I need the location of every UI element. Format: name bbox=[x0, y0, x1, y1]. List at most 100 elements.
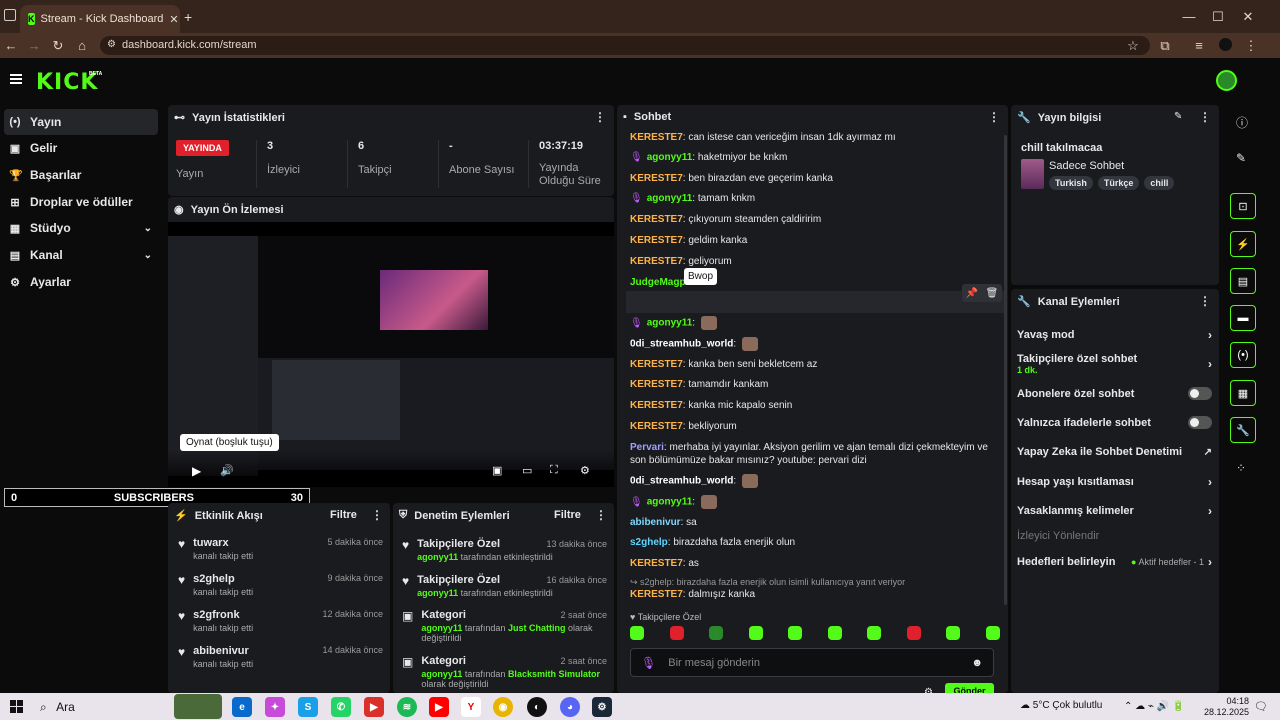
channel-actions-menu-icon[interactable]: ⋮ bbox=[1199, 294, 1211, 308]
app-icon[interactable]: ▶ bbox=[364, 697, 384, 717]
fullscreen-icon[interactable]: ⛶ bbox=[550, 464, 558, 477]
youtube-icon[interactable]: ▶ bbox=[429, 697, 449, 717]
volume-icon[interactable]: 🔊 bbox=[220, 464, 234, 477]
category-link[interactable]: Just Chatting bbox=[508, 623, 566, 633]
chat-username[interactable]: KERESTE7 bbox=[630, 379, 683, 390]
windows-start-icon[interactable] bbox=[10, 700, 23, 713]
chrome-icon[interactable]: ◉ bbox=[493, 697, 513, 717]
user-avatar[interactable] bbox=[1216, 70, 1237, 91]
broadcast-icon[interactable]: (•) bbox=[1230, 342, 1256, 368]
sidebar-item-droplar[interactable]: ⊞ Droplar ve ödüller bbox=[4, 189, 158, 215]
theater-icon[interactable]: ▭ bbox=[522, 464, 532, 477]
scan-icon[interactable]: ⊡ bbox=[1230, 193, 1256, 219]
emote-icon[interactable] bbox=[946, 626, 961, 640]
chat-username[interactable]: agonyy11 bbox=[647, 193, 693, 204]
stats-menu-icon[interactable]: ⋮ bbox=[594, 110, 606, 124]
hamburger-menu-icon[interactable] bbox=[10, 74, 22, 84]
channel-action-item[interactable]: Yapay Zeka ile Sohbet Denetimi ↗ bbox=[1017, 446, 1212, 458]
sidebar-item-basarilar[interactable]: 🏆 Başarılar bbox=[4, 162, 158, 188]
activity-filter-button[interactable]: Filtre bbox=[330, 509, 357, 521]
media-controls-icon[interactable]: ≡ bbox=[1188, 33, 1210, 58]
emote-icon[interactable] bbox=[985, 626, 1000, 640]
chat-username[interactable]: KERESTE7 bbox=[630, 421, 683, 432]
channel-action-item[interactable]: Yalnızca ifadelerle sohbet bbox=[1017, 416, 1212, 429]
profile-avatar[interactable] bbox=[1219, 38, 1232, 51]
emote-icon[interactable] bbox=[709, 626, 724, 640]
channel-action-item[interactable]: Takipçilere özel sohbet 1 dk. › bbox=[1017, 353, 1212, 375]
taskbar-search[interactable]: ⌕ Ara bbox=[40, 700, 75, 715]
back-icon[interactable]: ← bbox=[0, 33, 22, 58]
tab-actions-icon[interactable] bbox=[4, 9, 16, 21]
bolt-icon[interactable]: ⚡ bbox=[1230, 231, 1256, 257]
emote-icon[interactable] bbox=[669, 626, 684, 640]
tray-icons[interactable]: ⌃ ☁ ⌁ 🔊 🔋 bbox=[1124, 701, 1184, 712]
channel-action-item[interactable]: Hesap yaşı kısıtlaması › bbox=[1017, 475, 1212, 489]
moderation-menu-icon[interactable]: ⋮ bbox=[595, 508, 607, 522]
close-window-icon[interactable]: ✕ bbox=[1233, 0, 1263, 33]
notes-icon[interactable]: ▤ bbox=[1230, 268, 1256, 294]
sidebar-item-ayarlar[interactable]: ⚙ Ayarlar bbox=[4, 269, 158, 295]
emote-icon[interactable] bbox=[630, 626, 644, 640]
settings-icon[interactable]: ⚙ bbox=[580, 464, 590, 477]
chat-bubble-icon[interactable]: ▬ bbox=[1230, 305, 1256, 331]
toggle-switch[interactable] bbox=[1188, 416, 1212, 429]
pencil-icon[interactable]: ✎ bbox=[1236, 151, 1246, 165]
minimize-icon[interactable]: — bbox=[1174, 0, 1204, 33]
edit-icon[interactable]: ✎ bbox=[1174, 111, 1182, 122]
category-link[interactable]: Blacksmith Simulator bbox=[508, 669, 600, 679]
notifications-icon[interactable]: 🗨 bbox=[1254, 700, 1268, 713]
channel-action-item[interactable]: Hedefleri belirleyin ● Aktif hedefler - 1… bbox=[1017, 555, 1212, 569]
chat-username[interactable]: agonyy11 bbox=[647, 497, 693, 508]
copilot-icon[interactable]: ✦ bbox=[265, 697, 285, 717]
browser-tab[interactable]: K Stream - Kick Dashboard ✕ bbox=[20, 5, 180, 33]
chat-username[interactable]: 0di_streamhub_world bbox=[630, 339, 733, 350]
steam-icon[interactable]: ⚙ bbox=[592, 697, 612, 717]
chat-username[interactable]: JudgeMagpi bbox=[630, 277, 688, 288]
follower-name[interactable]: abibenivur bbox=[193, 645, 322, 657]
chat-username[interactable]: 0di_streamhub_world bbox=[630, 476, 733, 487]
skype-icon[interactable]: S bbox=[298, 697, 318, 717]
extensions-icon[interactable]: ⧉ bbox=[1154, 33, 1176, 58]
moderator-name[interactable]: agonyy11 bbox=[421, 623, 462, 633]
moderation-filter-button[interactable]: Filtre bbox=[554, 509, 581, 521]
follower-name[interactable]: s2ghelp bbox=[193, 573, 327, 585]
moderator-name[interactable]: agonyy11 bbox=[417, 588, 458, 598]
follower-name[interactable]: s2gfronk bbox=[193, 609, 322, 621]
wrench-icon[interactable]: 🔧 bbox=[1230, 417, 1256, 443]
chat-username[interactable]: KERESTE7 bbox=[630, 359, 683, 370]
info-icon[interactable]: ⓘ bbox=[1236, 114, 1248, 131]
moderator-name[interactable]: agonyy11 bbox=[417, 552, 458, 562]
follower-name[interactable]: tuwarx bbox=[193, 537, 327, 549]
emoji-icon[interactable]: ☻ bbox=[971, 657, 983, 669]
chat-username[interactable]: KERESTE7 bbox=[630, 256, 683, 267]
chat-username[interactable]: abibenivur bbox=[630, 517, 681, 528]
add-widget-icon[interactable]: ⁘ bbox=[1236, 461, 1246, 475]
stream-info-menu-icon[interactable]: ⋮ bbox=[1199, 110, 1211, 124]
delete-icon[interactable]: 🗑 bbox=[986, 288, 999, 299]
reload-icon[interactable]: ↻ bbox=[47, 33, 69, 58]
forward-icon[interactable]: → bbox=[23, 33, 45, 58]
video-player[interactable]: Oynat (boşluk tuşu) ▶ 🔊 ▣ ▭ ⛶ ⚙ bbox=[168, 222, 614, 487]
layout-icon[interactable]: ▦ bbox=[1230, 380, 1256, 406]
chat-username[interactable]: agonyy11 bbox=[647, 152, 693, 163]
home-icon[interactable]: ⌂ bbox=[71, 33, 93, 58]
pip-icon[interactable]: ▣ bbox=[492, 464, 502, 477]
chat-username[interactable]: KERESTE7 bbox=[630, 214, 683, 225]
maximize-icon[interactable]: ☐ bbox=[1203, 0, 1233, 33]
site-info-icon[interactable]: ⚙ bbox=[107, 39, 116, 50]
emote-icon[interactable] bbox=[827, 626, 842, 640]
chat-username[interactable]: s2ghelp bbox=[630, 537, 668, 548]
chat-username[interactable]: KERESTE7 bbox=[630, 235, 683, 246]
channel-action-item[interactable]: Yavaş mod › bbox=[1017, 328, 1212, 342]
pin-icon[interactable]: 📌 bbox=[966, 288, 978, 299]
close-tab-icon[interactable]: ✕ bbox=[169, 13, 178, 26]
chat-username[interactable]: KERESTE7 bbox=[630, 132, 683, 143]
chat-username[interactable]: KERESTE7 bbox=[630, 400, 683, 411]
sidebar-item-studyo[interactable]: ▦ Stüdyo ⌄ bbox=[4, 215, 158, 241]
sidebar-item-gelir[interactable]: ▣ Gelir bbox=[4, 135, 158, 161]
whatsapp-icon[interactable]: ✆ bbox=[331, 697, 351, 717]
browser-menu-icon[interactable]: ⋮ bbox=[1240, 33, 1262, 58]
yandex-icon[interactable]: Y bbox=[461, 697, 481, 717]
chat-username[interactable]: agonyy11 bbox=[647, 318, 693, 329]
new-tab-icon[interactable]: + bbox=[184, 9, 192, 25]
